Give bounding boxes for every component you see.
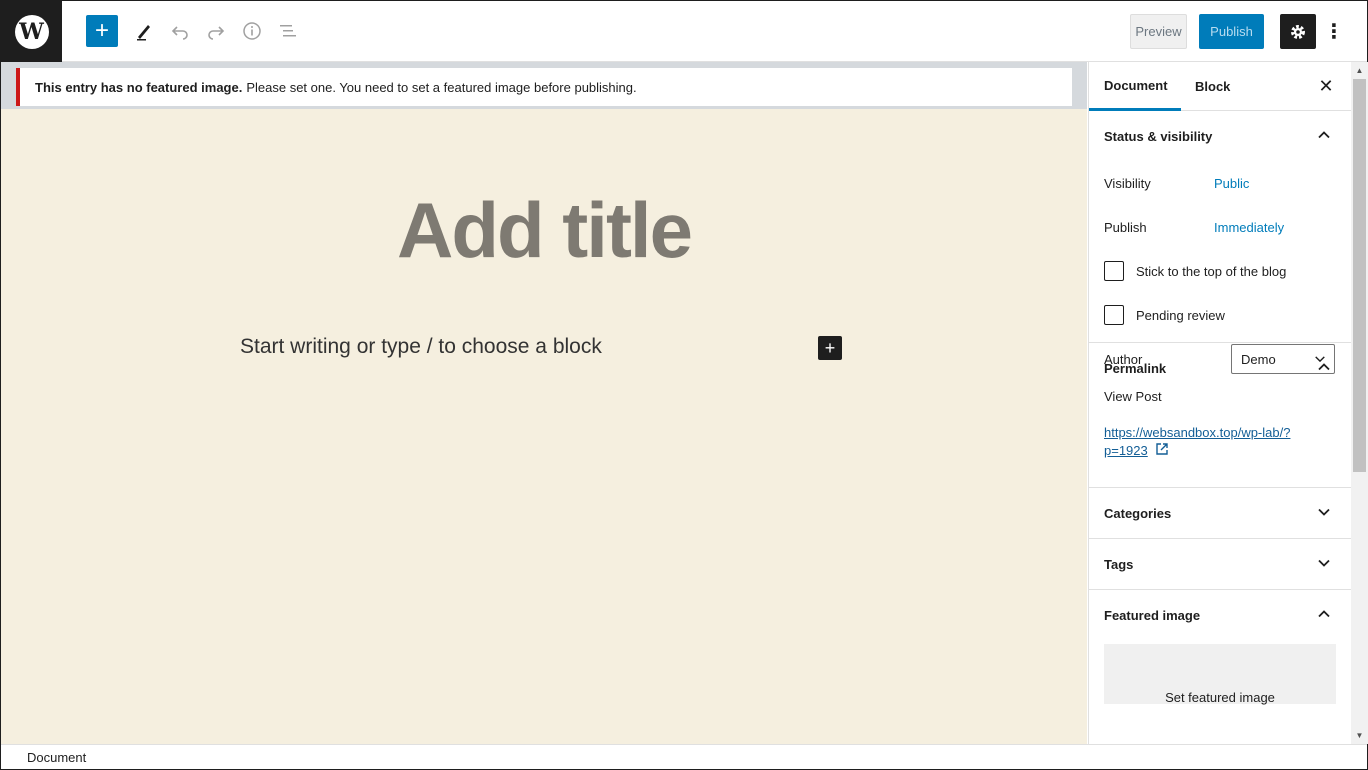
permalink-url-row: p=1923 xyxy=(1104,442,1336,460)
categories-panel: Categories xyxy=(1089,488,1351,539)
chevron-up-icon xyxy=(1318,610,1330,618)
featured-image-notice: This entry has no featured image. Please… xyxy=(16,68,1072,106)
featured-image-panel: Featured image Set featured image xyxy=(1089,590,1351,705)
permalink-url-line2[interactable]: p=1923 xyxy=(1104,443,1148,458)
scroll-up-arrow-icon[interactable]: ▲ xyxy=(1351,62,1368,79)
tab-block[interactable]: Block xyxy=(1195,62,1230,111)
settings-button[interactable] xyxy=(1280,14,1316,49)
panel-title: Permalink xyxy=(1104,360,1167,376)
content-structure-button[interactable] xyxy=(236,15,268,47)
close-sidebar-icon[interactable]: ✕ xyxy=(1314,74,1338,98)
external-link-icon xyxy=(1156,443,1169,455)
permalink-toggle[interactable]: Permalink xyxy=(1089,343,1351,393)
undo-icon xyxy=(171,26,188,40)
wordpress-icon: W xyxy=(14,14,49,49)
chevron-up-icon xyxy=(1318,363,1330,371)
top-toolbar: W + Preview Publish ⋮ xyxy=(1,1,1367,62)
visibility-row: Visibility Public xyxy=(1089,161,1351,205)
sticky-label[interactable]: Stick to the top of the blog xyxy=(1136,264,1286,279)
chevron-down-icon xyxy=(1318,508,1330,516)
panel-title: Categories xyxy=(1104,505,1172,521)
visibility-label: Visibility xyxy=(1104,175,1151,191)
settings-sidebar: Document Block ✕ Status & visibility Vis… xyxy=(1088,62,1351,744)
scrollbar-thumb[interactable] xyxy=(1353,79,1366,472)
preview-button[interactable]: Preview xyxy=(1130,14,1187,49)
undo-button[interactable] xyxy=(164,15,196,47)
sidebar-scrollbar[interactable]: ▲ ▼ xyxy=(1351,62,1368,744)
sticky-checkbox[interactable] xyxy=(1104,261,1124,281)
pencil-icon xyxy=(137,25,150,41)
gear-icon xyxy=(1291,24,1305,39)
set-featured-image-label: Set featured image xyxy=(1165,690,1275,705)
block-breadcrumb: Document xyxy=(1,744,1367,769)
sidebar-tabs: Document Block ✕ xyxy=(1089,62,1351,111)
notice-bold-text: This entry has no featured image. xyxy=(35,79,243,95)
featured-image-toggle[interactable]: Featured image xyxy=(1089,590,1351,640)
permalink-url-line1[interactable]: https://websandbox.top/wp-lab/? xyxy=(1104,424,1336,442)
visibility-toggle[interactable]: Public xyxy=(1214,176,1249,191)
set-featured-image-button[interactable]: Set featured image xyxy=(1104,644,1336,705)
publish-date-toggle[interactable]: Immediately xyxy=(1214,220,1284,235)
categories-toggle[interactable]: Categories xyxy=(1089,488,1351,538)
edit-tools-button[interactable] xyxy=(128,15,160,47)
wordpress-logo-button[interactable]: W xyxy=(1,1,62,62)
chevron-down-icon xyxy=(1318,559,1330,567)
chevron-up-icon xyxy=(1318,131,1330,139)
panel-title: Tags xyxy=(1104,556,1134,572)
info-icon xyxy=(243,22,261,40)
editor-canvas: This entry has no featured image. Please… xyxy=(1,62,1087,744)
tab-document[interactable]: Document xyxy=(1089,62,1181,111)
sticky-row: Stick to the top of the blog xyxy=(1089,249,1351,293)
block-appender-placeholder[interactable]: Start writing or type / to choose a bloc… xyxy=(240,335,602,359)
status-visibility-toggle[interactable]: Status & visibility xyxy=(1089,111,1351,161)
publish-label: Publish xyxy=(1104,219,1147,235)
publish-button[interactable]: Publish xyxy=(1199,14,1264,49)
block-navigation-button[interactable] xyxy=(272,15,304,47)
scroll-down-arrow-icon[interactable]: ▼ xyxy=(1351,727,1368,744)
permalink-link-container: https://websandbox.top/wp-lab/? p=1923 xyxy=(1089,424,1351,460)
add-block-button[interactable]: + xyxy=(86,15,118,47)
breadcrumb-document[interactable]: Document xyxy=(27,750,86,765)
permalink-panel: Permalink View Post https://websandbox.t… xyxy=(1089,343,1351,488)
panel-title: Status & visibility xyxy=(1104,128,1213,144)
notice-area: This entry has no featured image. Please… xyxy=(1,62,1087,109)
notice-text: Please set one. You need to set a featur… xyxy=(246,79,637,95)
redo-button[interactable] xyxy=(200,15,232,47)
status-visibility-panel: Status & visibility Visibility Public Pu… xyxy=(1089,111,1351,374)
pending-row: Pending review xyxy=(1089,293,1351,337)
redo-icon xyxy=(208,26,225,40)
list-view-icon xyxy=(280,25,296,37)
tags-panel: Tags xyxy=(1089,539,1351,590)
panel-title: Featured image xyxy=(1104,607,1201,623)
inline-add-block-button[interactable]: + xyxy=(818,336,842,360)
pending-review-checkbox[interactable] xyxy=(1104,305,1124,325)
more-options-button[interactable]: ⋮ xyxy=(1323,14,1345,49)
publish-row: Publish Immediately xyxy=(1089,205,1351,249)
post-title-input[interactable]: Add title xyxy=(1,185,1087,275)
pending-review-label[interactable]: Pending review xyxy=(1136,308,1225,323)
tags-toggle[interactable]: Tags xyxy=(1089,539,1351,589)
